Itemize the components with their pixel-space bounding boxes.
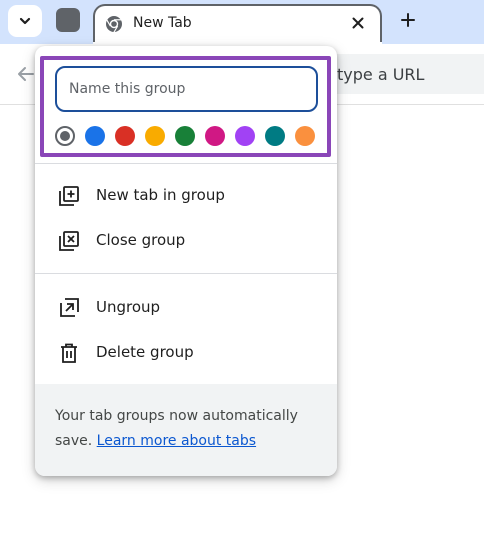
omnibox-text: type a URL xyxy=(337,65,425,84)
add-tab-icon xyxy=(59,186,79,206)
color-swatch[interactable] xyxy=(205,126,225,146)
plus-icon xyxy=(401,13,415,27)
tab-new-tab[interactable]: New Tab xyxy=(93,4,382,44)
tab-search-button[interactable] xyxy=(8,5,42,37)
close-group-item[interactable]: Close group xyxy=(35,219,337,263)
delete-group-item[interactable]: Delete group xyxy=(35,331,337,375)
close-icon xyxy=(352,17,364,29)
color-swatch[interactable] xyxy=(85,126,105,146)
color-swatch[interactable] xyxy=(265,126,285,146)
chrome-icon xyxy=(106,16,122,33)
close-group-icon xyxy=(59,231,79,251)
group-name-input[interactable] xyxy=(55,66,318,112)
tab-strip: New Tab xyxy=(0,0,484,44)
tab-group-chip[interactable] xyxy=(56,8,80,32)
ungroup-item[interactable]: Ungroup xyxy=(35,286,337,330)
color-swatch[interactable] xyxy=(235,126,255,146)
footer-note: Your tab groups now automatically save. … xyxy=(35,384,337,476)
menu-label-new-tab: New tab in group xyxy=(96,186,225,204)
divider xyxy=(35,273,337,274)
divider xyxy=(35,163,337,164)
color-swatch[interactable] xyxy=(175,126,195,146)
menu-label-delete-group: Delete group xyxy=(96,343,194,361)
color-swatch[interactable] xyxy=(115,126,135,146)
color-swatch[interactable] xyxy=(295,126,315,146)
menu-label-close-group: Close group xyxy=(96,231,186,249)
tab-group-editor: New tab in group Close group Ungroup Del… xyxy=(35,46,337,476)
color-swatch[interactable] xyxy=(145,126,165,146)
trash-icon xyxy=(61,343,77,363)
chevron-down-icon xyxy=(19,17,31,25)
selected-indicator xyxy=(60,131,70,141)
color-picker xyxy=(55,126,315,148)
new-tab-button[interactable] xyxy=(394,6,422,34)
tab-title: New Tab xyxy=(133,15,192,31)
learn-more-link[interactable]: Learn more about tabs xyxy=(97,433,256,449)
color-swatch[interactable] xyxy=(55,126,75,146)
ungroup-icon xyxy=(60,298,79,317)
new-tab-in-group-item[interactable]: New tab in group xyxy=(35,174,337,218)
tab-close-button[interactable] xyxy=(348,13,368,33)
menu-label-ungroup: Ungroup xyxy=(96,298,161,316)
